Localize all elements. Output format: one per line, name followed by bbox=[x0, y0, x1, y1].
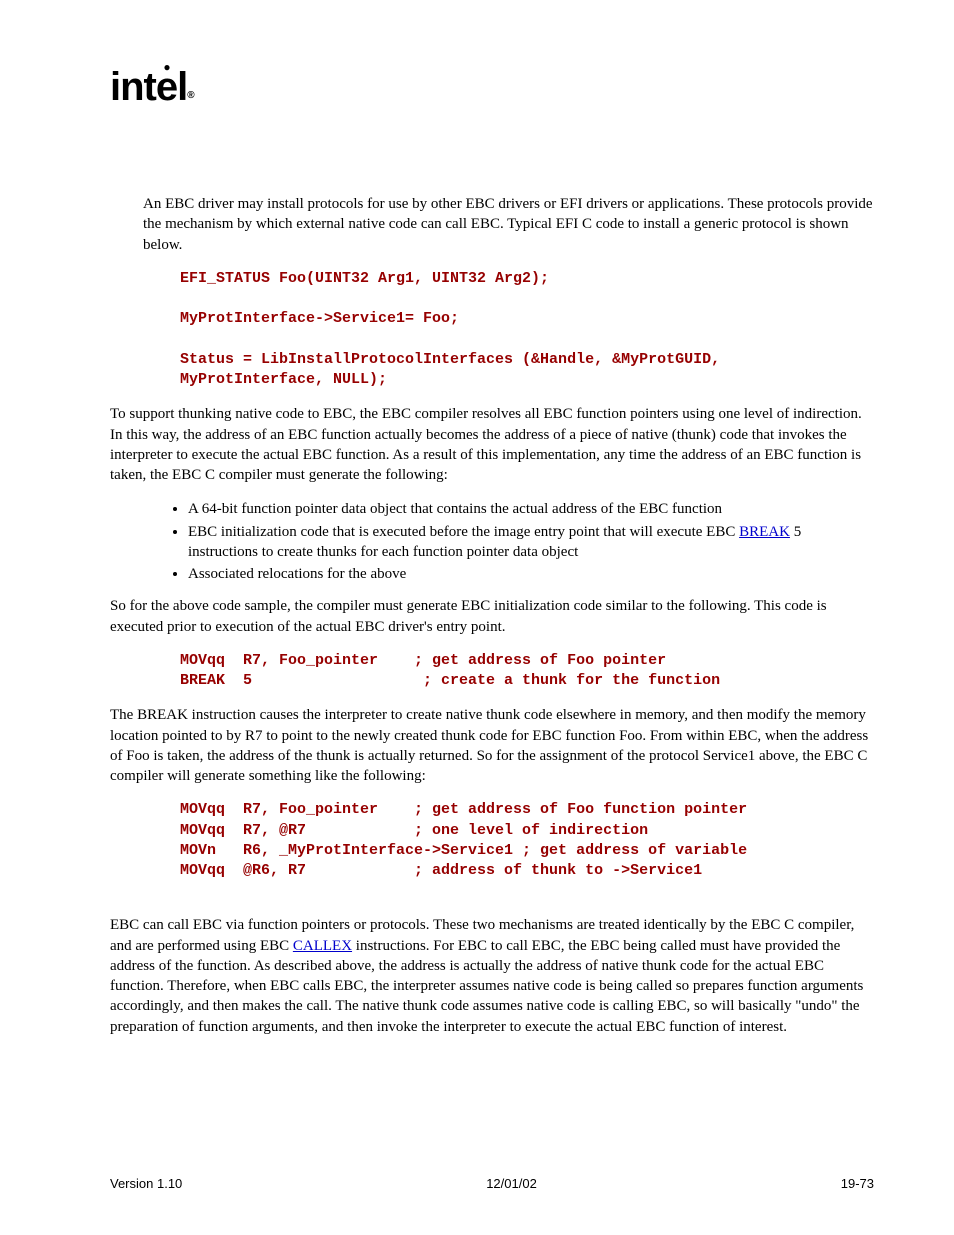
paragraph-4: The BREAK instruction causes the interpr… bbox=[110, 705, 874, 786]
intel-logo: inte●l® bbox=[110, 60, 874, 114]
list-item: Associated relocations for the above bbox=[188, 564, 874, 584]
footer-page: 19-73 bbox=[841, 1175, 874, 1193]
footer-date: 12/01/02 bbox=[486, 1175, 537, 1193]
list-text: EBC initialization code that is executed… bbox=[188, 524, 739, 540]
paragraph-2: To support thunking native code to EBC, … bbox=[110, 404, 874, 485]
page-footer: Version 1.10 12/01/02 19-73 bbox=[110, 1175, 874, 1193]
list-item: EBC initialization code that is executed… bbox=[188, 522, 874, 563]
paragraph-1: An EBC driver may install protocols for … bbox=[143, 194, 874, 255]
callex-link[interactable]: CALLEX bbox=[293, 938, 352, 954]
footer-version: Version 1.10 bbox=[110, 1175, 182, 1193]
code-block-2: MOVqq R7, Foo_pointer ; get address of F… bbox=[180, 651, 874, 692]
paragraph-3: So for the above code sample, the compil… bbox=[110, 596, 874, 637]
bullet-list: A 64-bit function pointer data object th… bbox=[170, 499, 874, 584]
code-block-3: MOVqq R7, Foo_pointer ; get address of F… bbox=[180, 800, 874, 881]
list-item: A 64-bit function pointer data object th… bbox=[188, 499, 874, 519]
paragraph-5: EBC can call EBC via function pointers o… bbox=[110, 915, 874, 1037]
break-link[interactable]: BREAK bbox=[739, 524, 790, 540]
code-block-1: EFI_STATUS Foo(UINT32 Arg1, UINT32 Arg2)… bbox=[180, 269, 874, 391]
